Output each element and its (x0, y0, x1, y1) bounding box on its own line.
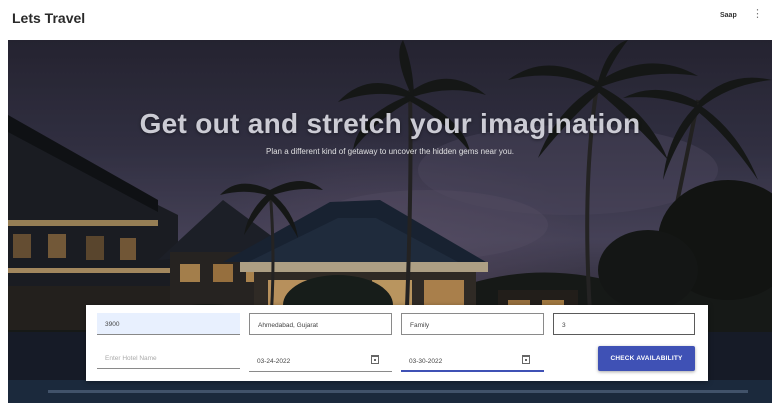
city-field[interactable] (249, 313, 392, 336)
kebab-menu-icon[interactable]: ⋮ (752, 9, 763, 20)
check-availability-button[interactable]: CHECK AVAILABILITY (598, 346, 695, 371)
city-input[interactable] (250, 315, 391, 336)
hotel-name-field[interactable] (97, 347, 240, 369)
pincode-input[interactable] (97, 314, 240, 335)
user-name[interactable]: Saap (720, 12, 737, 19)
app-header: Lets Travel Saap ⋮ (0, 0, 772, 38)
checkout-date-field[interactable] (401, 350, 544, 372)
search-form: CHECK AVAILABILITY (86, 305, 708, 381)
calendar-icon[interactable] (371, 355, 379, 364)
hero-subline: Plan a different kind of getaway to unco… (265, 147, 514, 156)
room-type-field[interactable] (401, 313, 544, 336)
calendar-icon[interactable] (522, 355, 530, 364)
hero-headline: Get out and stretch your imagination (139, 108, 641, 139)
guests-field[interactable] (553, 313, 695, 336)
brand-title[interactable]: Lets Travel (12, 10, 85, 26)
guests-input[interactable] (554, 315, 694, 336)
checkin-date-field[interactable] (249, 350, 392, 372)
room-type-input[interactable] (402, 315, 543, 336)
pincode-field[interactable] (97, 313, 240, 335)
hotel-name-input[interactable] (97, 348, 240, 369)
